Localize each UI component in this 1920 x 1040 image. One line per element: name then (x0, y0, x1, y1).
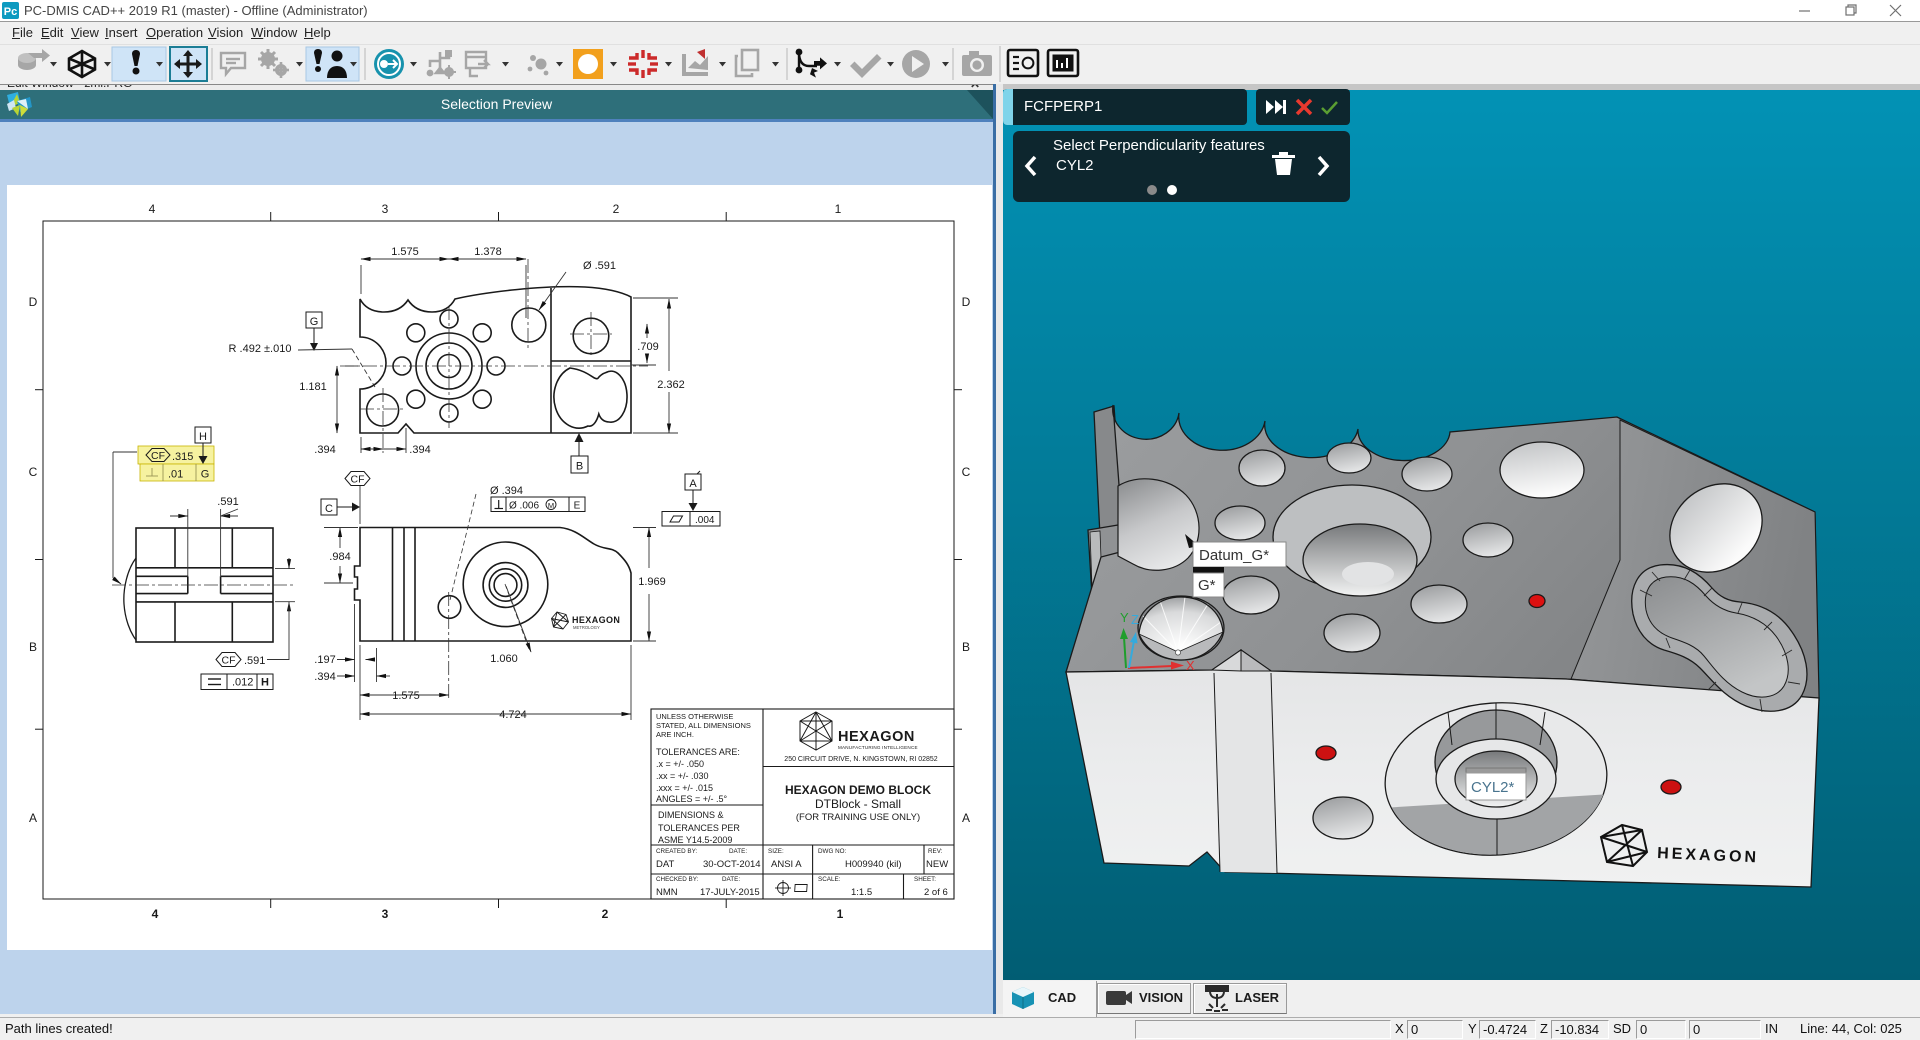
svg-text:H: H (199, 431, 207, 443)
svg-text:A: A (962, 811, 970, 825)
svg-text:1: 1 (835, 202, 842, 216)
svg-text:HEXAGON: HEXAGON (838, 729, 915, 745)
svg-text:4: 4 (152, 907, 159, 921)
svg-text:3: 3 (382, 907, 389, 921)
svg-text:CF: CF (222, 655, 236, 667)
svg-text:2: 2 (602, 907, 609, 921)
svg-text:A: A (29, 811, 37, 825)
svg-text:HEXAGON: HEXAGON (572, 615, 620, 625)
svg-text:B: B (29, 640, 37, 654)
svg-text:.xxx = +/- .015: .xxx = +/- .015 (656, 783, 713, 793)
svg-text:A: A (689, 478, 697, 490)
svg-text:Datum_G*: Datum_G* (1199, 547, 1269, 564)
svg-text:D: D (962, 295, 971, 309)
svg-text:TOLERANCES PER: TOLERANCES PER (658, 823, 740, 833)
svg-text:1: 1 (837, 907, 844, 921)
svg-text:ARE INCH.: ARE INCH. (656, 730, 694, 739)
svg-text:UNLESS OTHERWISE: UNLESS OTHERWISE (656, 712, 733, 721)
svg-text:.xx = +/- .030: .xx = +/- .030 (656, 771, 709, 781)
svg-text:2: 2 (613, 202, 620, 216)
svg-text:.012: .012 (232, 677, 253, 689)
svg-text:.315: .315 (172, 451, 193, 463)
svg-text:.394: .394 (314, 444, 335, 456)
svg-text:CHECKED BY:: CHECKED BY: (656, 876, 699, 883)
svg-text:B: B (962, 640, 970, 654)
svg-text:ANGLES = +/- .5°: ANGLES = +/- .5° (656, 794, 728, 804)
svg-text:HEXAGON DEMO BLOCK: HEXAGON DEMO BLOCK (785, 783, 931, 797)
svg-text:D: D (29, 295, 38, 309)
svg-text:.394: .394 (409, 444, 430, 456)
svg-text:SCALE:: SCALE: (818, 876, 841, 883)
svg-text:H: H (261, 677, 269, 689)
svg-text:.004: .004 (695, 515, 715, 526)
svg-text:1.969: 1.969 (638, 576, 666, 588)
svg-text:3: 3 (382, 202, 389, 216)
svg-text:DTBlock - Small: DTBlock - Small (815, 797, 901, 811)
svg-text:CF: CF (351, 474, 365, 486)
svg-text:.709: .709 (637, 341, 658, 353)
svg-text:Ø .591: Ø .591 (583, 260, 616, 272)
svg-text:ASME Y14.5-2009: ASME Y14.5-2009 (658, 835, 732, 845)
svg-text:.394: .394 (314, 671, 335, 683)
svg-text:30-OCT-2014: 30-OCT-2014 (703, 859, 761, 870)
svg-text:250 CIRCUIT DRIVE, N. KINGSTOW: 250 CIRCUIT DRIVE, N. KINGSTOWN, RI 0285… (784, 756, 938, 763)
svg-text:B: B (576, 461, 583, 473)
svg-text:4: 4 (149, 202, 156, 216)
svg-text:.01: .01 (168, 469, 183, 481)
svg-text:TOLERANCES ARE:: TOLERANCES ARE: (656, 747, 740, 757)
svg-text:Z: Z (1131, 612, 1139, 627)
svg-text:DAT: DAT (656, 859, 674, 870)
svg-text:G: G (201, 469, 210, 481)
svg-text:(FOR TRAINING USE ONLY): (FOR TRAINING USE ONLY) (796, 812, 920, 823)
svg-text:1.575: 1.575 (391, 246, 419, 258)
svg-text:M: M (548, 501, 554, 510)
svg-text:G*: G* (1198, 577, 1216, 594)
svg-text:Ø .006: Ø .006 (509, 501, 539, 512)
svg-text:1:1.5: 1:1.5 (851, 887, 872, 898)
svg-text:4.724: 4.724 (499, 709, 527, 721)
svg-text:DATE:: DATE: (722, 876, 740, 883)
svg-text:Ø .394: Ø .394 (490, 485, 523, 497)
svg-text:1.060: 1.060 (490, 653, 518, 665)
svg-text:SIZE:: SIZE: (768, 848, 784, 855)
svg-text:.984: .984 (329, 551, 350, 563)
svg-text:X: X (1186, 658, 1195, 673)
svg-text:H009940 (kil): H009940 (kil) (845, 859, 902, 870)
svg-text:NEW: NEW (926, 859, 948, 870)
svg-text:CYL2*: CYL2* (1471, 779, 1515, 796)
svg-text:DATE:: DATE: (729, 848, 747, 855)
svg-text:STATED, ALL DIMENSIONS: STATED, ALL DIMENSIONS (656, 721, 751, 730)
svg-text:CREATED BY:: CREATED BY: (656, 848, 697, 855)
svg-text:Y: Y (1120, 610, 1129, 625)
svg-text:.591: .591 (244, 655, 265, 667)
svg-text:ANSI A: ANSI A (771, 859, 802, 870)
svg-text:METROLOGY: METROLOGY (573, 625, 600, 630)
svg-text:MANUFACTURING INTELLIGENCE: MANUFACTURING INTELLIGENCE (838, 745, 918, 750)
svg-text:.591: .591 (217, 496, 238, 508)
svg-text:R .492 ±.010: R .492 ±.010 (229, 343, 292, 355)
svg-text:NMN: NMN (656, 887, 678, 898)
svg-text:1.181: 1.181 (299, 381, 327, 393)
svg-text:DIMENSIONS &: DIMENSIONS & (658, 810, 724, 820)
svg-text:C: C (325, 503, 333, 515)
svg-text:G: G (310, 316, 319, 328)
svg-text:.x = +/- .050: .x = +/- .050 (656, 759, 704, 769)
svg-text:2 of 6: 2 of 6 (924, 887, 948, 898)
svg-text:REV:: REV: (928, 848, 943, 855)
svg-text:1.378: 1.378 (474, 246, 502, 258)
svg-text:C: C (962, 465, 971, 479)
svg-text:2.362: 2.362 (657, 379, 685, 391)
svg-text:1.575: 1.575 (392, 690, 420, 702)
svg-text:C: C (29, 465, 38, 479)
svg-text:E: E (574, 501, 581, 512)
svg-text:.197: .197 (314, 654, 335, 666)
svg-text:SHEET:: SHEET: (914, 876, 936, 883)
svg-text:DWG NO:: DWG NO: (818, 848, 847, 855)
svg-text:CF: CF (151, 450, 165, 462)
svg-text:17-JULY-2015: 17-JULY-2015 (700, 887, 760, 898)
